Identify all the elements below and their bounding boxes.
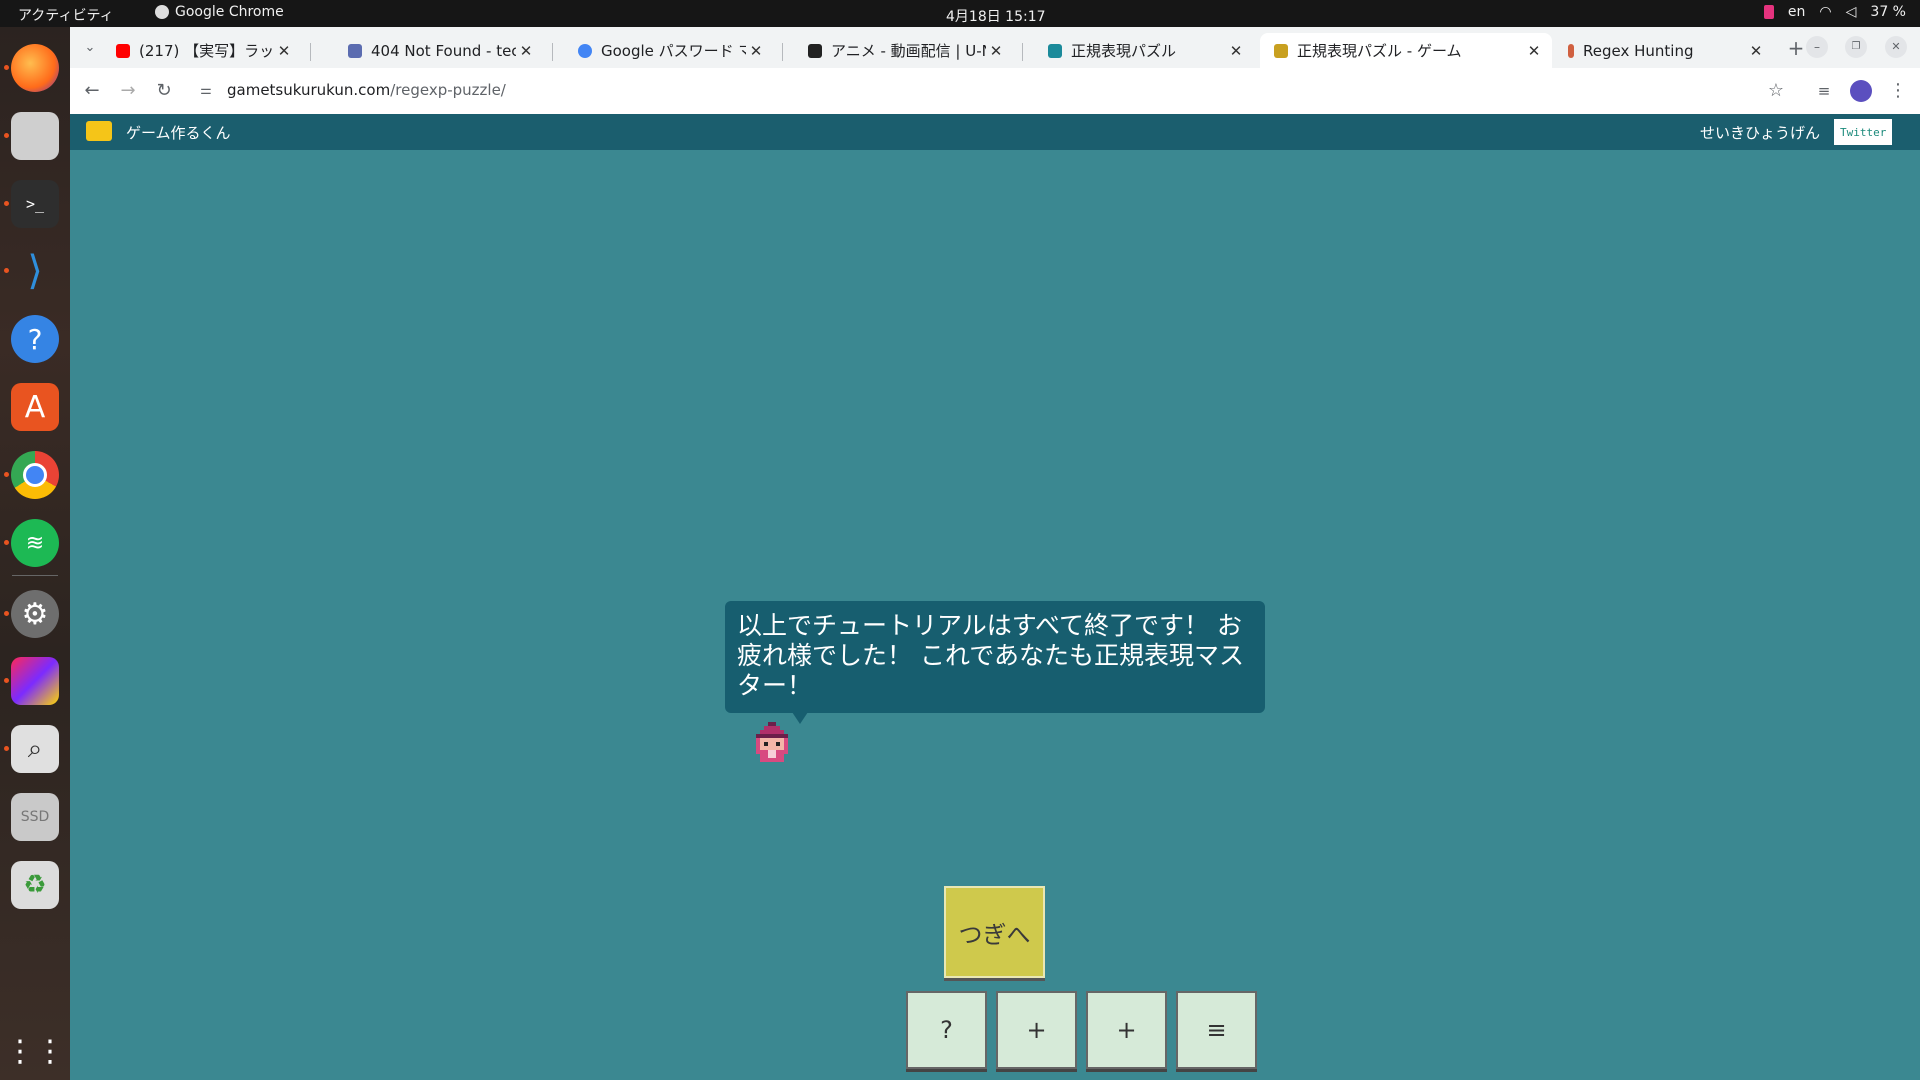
close-tab-icon[interactable]: ✕ bbox=[746, 42, 766, 60]
close-tab-icon[interactable]: ✕ bbox=[1226, 42, 1246, 60]
back-icon[interactable]: ← bbox=[80, 79, 104, 103]
firefox-icon[interactable] bbox=[4, 44, 59, 92]
minimize-icon[interactable]: – bbox=[1806, 36, 1828, 58]
media-controls-icon[interactable]: ≡ bbox=[1812, 79, 1836, 103]
reload-icon[interactable]: ↻ bbox=[152, 79, 176, 103]
app-menu[interactable]: Google Chrome bbox=[155, 4, 284, 20]
activities-button[interactable]: アクティビティ bbox=[18, 5, 114, 25]
tab-separator bbox=[552, 43, 553, 61]
app-name: Google Chrome bbox=[175, 4, 284, 20]
tab-separator bbox=[310, 43, 311, 61]
vscode-icon[interactable]: ⟩ bbox=[4, 247, 59, 295]
chrome-menu-icon[interactable]: ⋮ bbox=[1886, 79, 1910, 103]
chrome-icon[interactable] bbox=[4, 451, 59, 499]
tab-google-passwords[interactable]: Google パスワード マネ ✕ bbox=[564, 33, 774, 68]
screenshot-icon[interactable]: ⌕ bbox=[4, 725, 59, 773]
site-header: ゲーム作るくん せいきひょうげん Twitter bbox=[70, 114, 1920, 150]
browser-window: ⌄ (217) 【実写】ラッキー ✕ 404 Not Found - techf… bbox=[70, 27, 1920, 115]
shield-favicon-icon bbox=[808, 43, 822, 58]
witch-character-sprite bbox=[756, 722, 788, 762]
tab-separator bbox=[1022, 43, 1023, 61]
zoom-in-button[interactable]: + bbox=[996, 991, 1077, 1069]
language-indicator[interactable]: en bbox=[1788, 4, 1806, 20]
dialog-text: 以上でチュートリアルはすべて終了です！ お疲れ様でした！ これであなたも正規表現… bbox=[737, 611, 1244, 700]
nav-link-regex[interactable]: せいきひょうげん bbox=[1700, 122, 1820, 143]
help-icon[interactable]: ? bbox=[11, 315, 59, 363]
system-tray[interactable]: en ◠ ◁ 37 % bbox=[1763, 4, 1906, 20]
new-tab-icon[interactable]: + bbox=[1784, 36, 1808, 60]
dock-separator bbox=[12, 575, 58, 576]
add-button[interactable]: + bbox=[1086, 991, 1167, 1069]
address-bar[interactable]: gametsukurukun.com/regexp-puzzle/ bbox=[227, 81, 506, 99]
trash-icon[interactable]: ♻ bbox=[11, 861, 59, 909]
forward-icon[interactable]: → bbox=[116, 79, 140, 103]
tab-regexp-puzzle[interactable]: 正規表現パズル ✕ bbox=[1034, 33, 1254, 68]
tab-title: 正規表現パズル - ゲーム bbox=[1297, 42, 1462, 60]
tab-title: 404 Not Found - techfu bbox=[371, 41, 516, 60]
site-logo-icon[interactable] bbox=[86, 121, 112, 141]
bookmark-star-icon[interactable]: ☆ bbox=[1764, 79, 1788, 103]
tab-regex-hunting[interactable]: Regex Hunting ✕ bbox=[1554, 33, 1774, 68]
site-info-icon[interactable]: ⚌ bbox=[194, 79, 218, 103]
dialog-bubble: 以上でチュートリアルはすべて終了です！ お疲れ様でした！ これであなたも正規表現… bbox=[725, 601, 1265, 713]
puzzle-favicon-icon bbox=[1048, 43, 1062, 58]
terminal-icon[interactable]: >_ bbox=[4, 180, 59, 228]
tab-title: (217) 【実写】ラッキー bbox=[139, 42, 274, 60]
ssd-drive-icon[interactable]: SSD bbox=[11, 793, 59, 841]
restore-icon[interactable]: ❐ bbox=[1845, 36, 1867, 58]
close-tab-icon[interactable]: ✕ bbox=[986, 42, 1006, 60]
tab-title: Regex Hunting bbox=[1583, 41, 1694, 60]
settings-icon[interactable]: ⚙ bbox=[4, 590, 59, 638]
dialog-bubble-tail bbox=[792, 712, 808, 724]
tab-u-next[interactable]: アニメ - 動画配信 | U-NE ✕ bbox=[794, 33, 1014, 68]
pen-favicon-icon bbox=[1568, 43, 1574, 58]
tab-search-icon[interactable]: ⌄ bbox=[78, 36, 102, 60]
help-button[interactable]: ? bbox=[906, 991, 987, 1069]
menu-button[interactable]: ≡ bbox=[1176, 991, 1257, 1069]
toolbar: ← → ↻ ⚌ gametsukurukun.com/regexp-puzzle… bbox=[70, 68, 1920, 115]
jetbrains-toolbox-icon[interactable] bbox=[4, 657, 59, 705]
close-tab-icon[interactable]: ✕ bbox=[1746, 42, 1766, 60]
dock: >_ ⟩ ? A ≋ ⚙ ⌕ SSD ♻ ⋮⋮ bbox=[0, 27, 70, 1080]
url-path: /regexp-puzzle/ bbox=[390, 81, 506, 99]
files-icon[interactable] bbox=[4, 112, 59, 160]
battery-level: 37 % bbox=[1870, 4, 1906, 20]
tab-title: Google パスワード マネ bbox=[601, 42, 746, 60]
wifi-icon: ◠ bbox=[1819, 4, 1832, 20]
volume-icon: ◁ bbox=[1845, 4, 1857, 20]
app-grid-icon[interactable]: ⋮⋮ bbox=[5, 1027, 65, 1075]
system-top-bar: アクティビティ Google Chrome 4月18日 15:17 en ◠ ◁… bbox=[0, 0, 1920, 27]
tab-404[interactable]: 404 Not Found - techfu ✕ bbox=[334, 33, 544, 68]
tab-regexp-puzzle-game[interactable]: 正規表現パズル - ゲーム ✕ bbox=[1260, 33, 1552, 68]
spotify-icon[interactable]: ≋ bbox=[4, 519, 59, 567]
tab-title: アニメ - 動画配信 | U-NE bbox=[831, 42, 986, 60]
close-tab-icon[interactable]: ✕ bbox=[274, 42, 294, 60]
tab-youtube[interactable]: (217) 【実写】ラッキー ✕ bbox=[102, 33, 302, 68]
tab-strip: ⌄ (217) 【実写】ラッキー ✕ 404 Not Found - techf… bbox=[70, 27, 1920, 68]
site-name-link[interactable]: ゲーム作るくん bbox=[126, 122, 231, 143]
twitter-button[interactable]: Twitter bbox=[1834, 119, 1892, 145]
tab-separator bbox=[782, 43, 783, 61]
url-domain: gametsukurukun.com bbox=[227, 81, 391, 99]
chrome-small-icon bbox=[155, 5, 169, 19]
youtube-favicon-icon bbox=[116, 43, 130, 58]
game-favicon-icon bbox=[1274, 43, 1288, 58]
tab-title: 正規表現パズル bbox=[1071, 42, 1177, 60]
profile-avatar[interactable] bbox=[1850, 80, 1872, 102]
close-tab-icon[interactable]: ✕ bbox=[1524, 42, 1544, 60]
close-tab-icon[interactable]: ✕ bbox=[516, 42, 536, 60]
key-favicon-icon bbox=[578, 43, 592, 58]
window-close-icon[interactable]: ✕ bbox=[1885, 36, 1907, 58]
notification-icon bbox=[1763, 5, 1774, 19]
cube-favicon-icon bbox=[348, 43, 362, 58]
app-center-icon[interactable]: A bbox=[11, 383, 59, 431]
clock[interactable]: 4月18日 15:17 bbox=[946, 6, 1046, 26]
next-button[interactable]: つぎへ bbox=[944, 886, 1045, 978]
